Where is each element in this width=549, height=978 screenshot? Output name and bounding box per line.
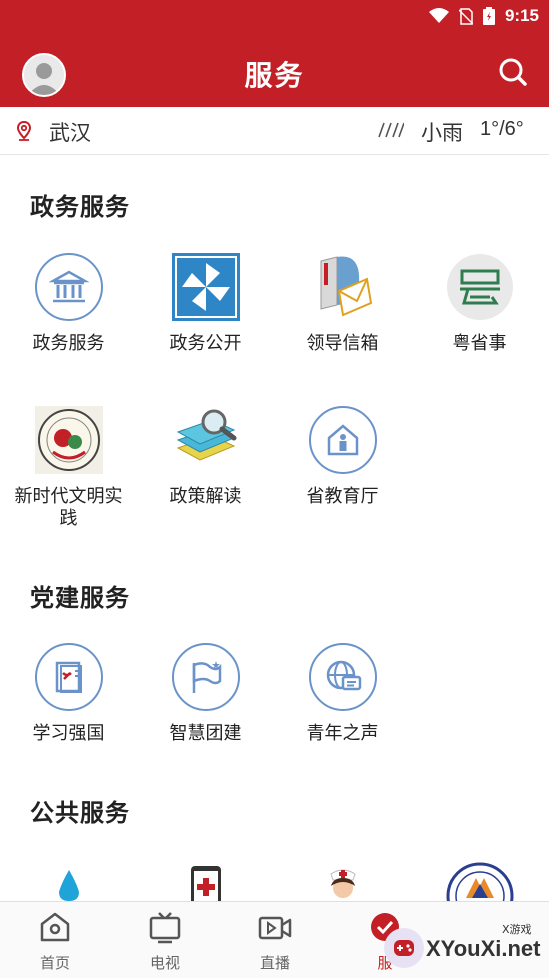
weather-condition: 小雨 [421,121,463,145]
service-item-label: 政策解读 [169,486,242,507]
service-item-label: 青年之声 [306,723,379,744]
service-item-youth-voice[interactable]: 青年之声 [274,643,411,745]
live-video-icon [258,916,292,940]
government-building-icon [34,253,103,321]
flag-icon [171,643,240,711]
status-bar: 9:15 [0,0,549,30]
weather-temperature: 1°/6° [480,118,524,140]
tab-home[interactable]: 首页 [0,910,110,973]
education-house-icon [308,406,377,474]
section-title-government: 政务服务 [30,193,130,221]
watermark-text: XYouXi.net [426,936,541,961]
tab-tv[interactable]: 电视 [110,910,220,973]
service-item-education[interactable]: 省教育厅 [274,406,411,508]
battery-icon [482,7,495,25]
service-item-label: 学习强国 [32,723,105,744]
gamepad-logo-icon [384,928,424,968]
tab-label: 直播 [259,954,290,972]
service-item-government[interactable]: 政务服务 [0,253,137,355]
app-header: 服务 [0,30,549,107]
civilization-seal-icon [34,406,103,474]
service-item-label: 领导信箱 [306,333,379,354]
home-icon [40,912,70,942]
pinwheel-icon [171,253,240,321]
rain-icon [378,122,404,138]
tab-label: 电视 [149,954,180,972]
service-item-label: 省教育厅 [306,486,379,507]
weather-bar[interactable]: 武汉 小雨 1°/6° [0,107,549,155]
no-sim-icon [458,7,473,25]
search-icon[interactable] [497,56,529,88]
service-item-label: 政务公开 [169,333,242,354]
tab-label: 首页 [39,954,70,972]
service-item-yue[interactable]: 粤省事 [411,253,548,355]
service-item-label: 粤省事 [452,333,507,354]
service-item-label: 智慧团建 [169,723,242,744]
status-time: 9:15 [504,6,539,25]
wifi-icon [428,8,449,23]
location-pin-icon [16,121,32,141]
section-title-public: 公共服务 [30,799,130,827]
party-book-icon [34,643,103,711]
service-item-gov-open[interactable]: 政务公开 [137,253,274,355]
mailbox-icon [309,253,377,321]
books-magnifier-icon [172,406,240,474]
service-item-policy[interactable]: 政策解读 [137,406,274,508]
service-item-study[interactable]: 学习强国 [0,643,137,745]
watermark-small-text: X游戏 [502,923,532,936]
tv-icon [149,912,181,944]
service-item-mailbox[interactable]: 领导信箱 [274,253,411,355]
section-title-party: 党建服务 [30,584,130,612]
service-item-label: 新时代文明实践 [14,486,123,529]
weather-city: 武汉 [49,121,91,145]
service-item-youth-league[interactable]: 智慧团建 [137,643,274,745]
service-item-label: 政务服务 [32,333,105,354]
yue-app-icon [446,253,514,321]
globe-chat-icon [308,643,377,711]
watermark: X游戏 XYouXi.net [380,918,545,974]
page-title: 服务 [244,59,305,92]
service-item-civilization[interactable]: 新时代文明实践 [0,406,137,530]
tab-live[interactable]: 直播 [220,910,330,973]
status-icons: 9:15 [428,6,539,26]
